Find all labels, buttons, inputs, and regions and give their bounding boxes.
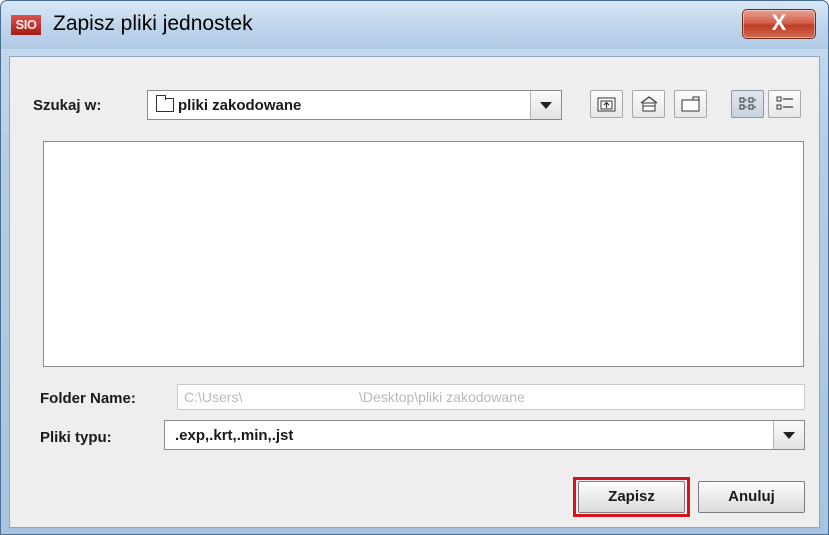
details-view-button[interactable] [768,90,801,118]
up-one-level-icon [597,97,616,112]
details-view-icon [776,96,793,110]
cancel-button[interactable]: Anuluj [698,481,805,513]
look-in-label: Szukaj w: [33,97,102,114]
file-type-label: Pliki typu: [40,429,112,446]
home-button[interactable] [632,90,665,118]
file-type-value: .exp,.krt,.min,.jst [175,427,294,444]
folder-name-input[interactable] [178,385,804,409]
title-bar: SIO Zapisz pliki jednostek X [1,1,828,49]
file-type-combobox[interactable]: .exp,.krt,.min,.jst [164,420,805,450]
chevron-down-icon[interactable] [530,91,561,119]
close-button[interactable]: X [742,9,816,39]
look-in-value: pliki zakodowane [178,97,302,114]
folder-name-field[interactable] [177,384,805,410]
file-list[interactable] [43,141,804,367]
list-view-button[interactable] [731,90,764,118]
dialog-title: Zapisz pliki jednostek [53,12,253,35]
new-folder-button[interactable] [674,90,707,118]
chevron-down-icon[interactable] [773,421,804,449]
dialog-content: Szukaj w: pliki zakodowane Folder Name: … [9,56,820,528]
save-dialog: SIO Zapisz pliki jednostek X Szukaj w: p… [0,0,829,535]
list-view-icon [739,97,756,110]
app-logo-icon: SIO [11,15,41,35]
folder-name-label: Folder Name: [40,390,136,407]
new-folder-icon [681,96,700,112]
look-in-combobox[interactable]: pliki zakodowane [147,90,562,120]
up-one-level-button[interactable] [590,90,623,118]
home-icon [640,96,658,112]
folder-icon [156,95,174,112]
save-button[interactable]: Zapisz [578,481,685,513]
